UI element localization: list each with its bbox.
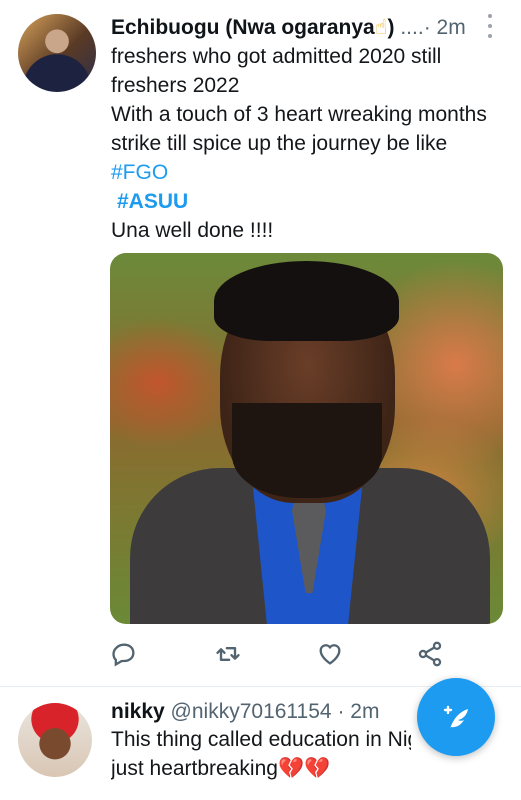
- tweet-text: This thing called education in Nig just …: [111, 725, 411, 783]
- tweet-image[interactable]: [110, 253, 503, 624]
- reply-icon[interactable]: [110, 640, 138, 668]
- handle[interactable]: @nikky70161154: [171, 700, 332, 723]
- tweet-line: strike till spice up the journey be like: [111, 132, 448, 155]
- retweet-icon[interactable]: [214, 640, 242, 668]
- tweet-line: just heartbreaking💔💔: [111, 754, 411, 783]
- compose-feather-icon: [443, 705, 468, 729]
- timestamp[interactable]: · 2m: [337, 700, 379, 723]
- heart-icon[interactable]: [316, 640, 344, 668]
- share-icon[interactable]: [416, 640, 444, 668]
- handle-truncated[interactable]: ....: [395, 16, 423, 39]
- tweet-header: nikky @nikky70161154 · 2m: [111, 700, 379, 724]
- broken-heart-emoji: 💔💔: [277, 756, 331, 780]
- tweet-line: freshers 2022: [111, 74, 240, 97]
- hashtag-fgo[interactable]: #FGO: [111, 158, 487, 187]
- display-name-close: ): [387, 16, 395, 39]
- tweet-line: This thing called education in Nig: [111, 728, 411, 751]
- hashtag-asuu[interactable]: #ASUU: [111, 187, 487, 216]
- avatar[interactable]: [18, 703, 92, 777]
- tweet-line-text: just heartbreaking: [111, 757, 278, 780]
- tweet-actions: [110, 640, 450, 670]
- image-beard: [232, 403, 382, 498]
- image-hair: [214, 261, 399, 341]
- display-name[interactable]: Echibuogu (Nwa ogaranya: [111, 16, 375, 39]
- tweet-header: Echibuogu (Nwa ogaranya☝) ....· 2m: [111, 15, 466, 40]
- compose-tweet-button[interactable]: [417, 678, 495, 756]
- pointing-up-emoji: ☝: [374, 16, 388, 39]
- tweet-line: With a touch of 3 heart wreaking months: [111, 103, 487, 126]
- timestamp[interactable]: · 2m: [424, 16, 466, 39]
- tweet-line: freshers who got admitted 2020 still: [111, 45, 442, 68]
- tweet-line: Una well done !!!!: [111, 219, 274, 242]
- more-options-icon[interactable]: [487, 14, 493, 38]
- tweet-text: freshers who got admitted 2020 still fre…: [111, 42, 487, 245]
- display-name[interactable]: nikky: [111, 700, 165, 723]
- avatar[interactable]: [18, 14, 96, 92]
